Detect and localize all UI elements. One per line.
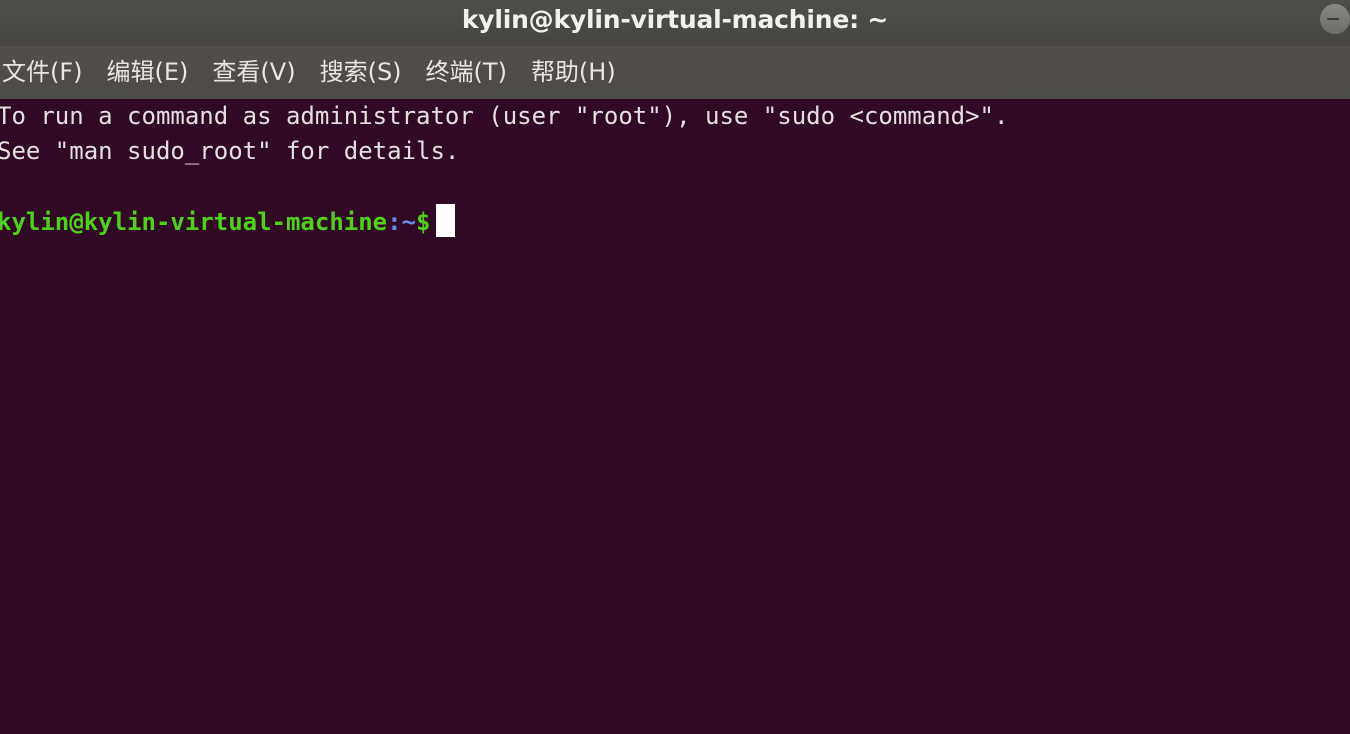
window-title: kylin@kylin-virtual-machine: ~ — [461, 5, 889, 34]
menu-item-terminal[interactable]: 终端(T) — [414, 55, 519, 91]
menu-item-edit[interactable]: 编辑(E) — [95, 55, 201, 91]
minimize-icon — [1327, 18, 1339, 20]
prompt-symbol: $ — [416, 208, 431, 236]
terminal-window: kylin@kylin-virtual-machine: ~ 文件(F) 编辑(… — [0, 0, 1350, 734]
minimize-button[interactable] — [1320, 4, 1350, 34]
terminal-output-line: To run a command as administrator (user … — [0, 102, 1009, 130]
menu-item-view[interactable]: 查看(V) — [200, 55, 307, 91]
prompt-user-host: kylin@kylin-virtual-machine — [0, 208, 388, 236]
terminal-output-line: See "man sudo_root" for details. — [0, 137, 460, 165]
prompt-separator: : — [387, 208, 402, 236]
terminal-prompt-line: kylin@kylin-virtual-machine:~$ — [0, 204, 1350, 239]
prompt-path: ~ — [401, 208, 417, 236]
menu-item-file[interactable]: 文件(F) — [0, 55, 95, 91]
menu-item-search[interactable]: 搜索(S) — [308, 55, 414, 91]
window-controls — [1320, 4, 1350, 38]
terminal-screen[interactable]: To run a command as administrator (user … — [0, 99, 1350, 734]
title-bar[interactable]: kylin@kylin-virtual-machine: ~ — [0, 0, 1350, 46]
menu-bar: 文件(F) 编辑(E) 查看(V) 搜索(S) 终端(T) 帮助(H) — [0, 46, 1350, 99]
menu-item-help[interactable]: 帮助(H) — [519, 55, 628, 91]
text-cursor[interactable] — [435, 204, 455, 237]
